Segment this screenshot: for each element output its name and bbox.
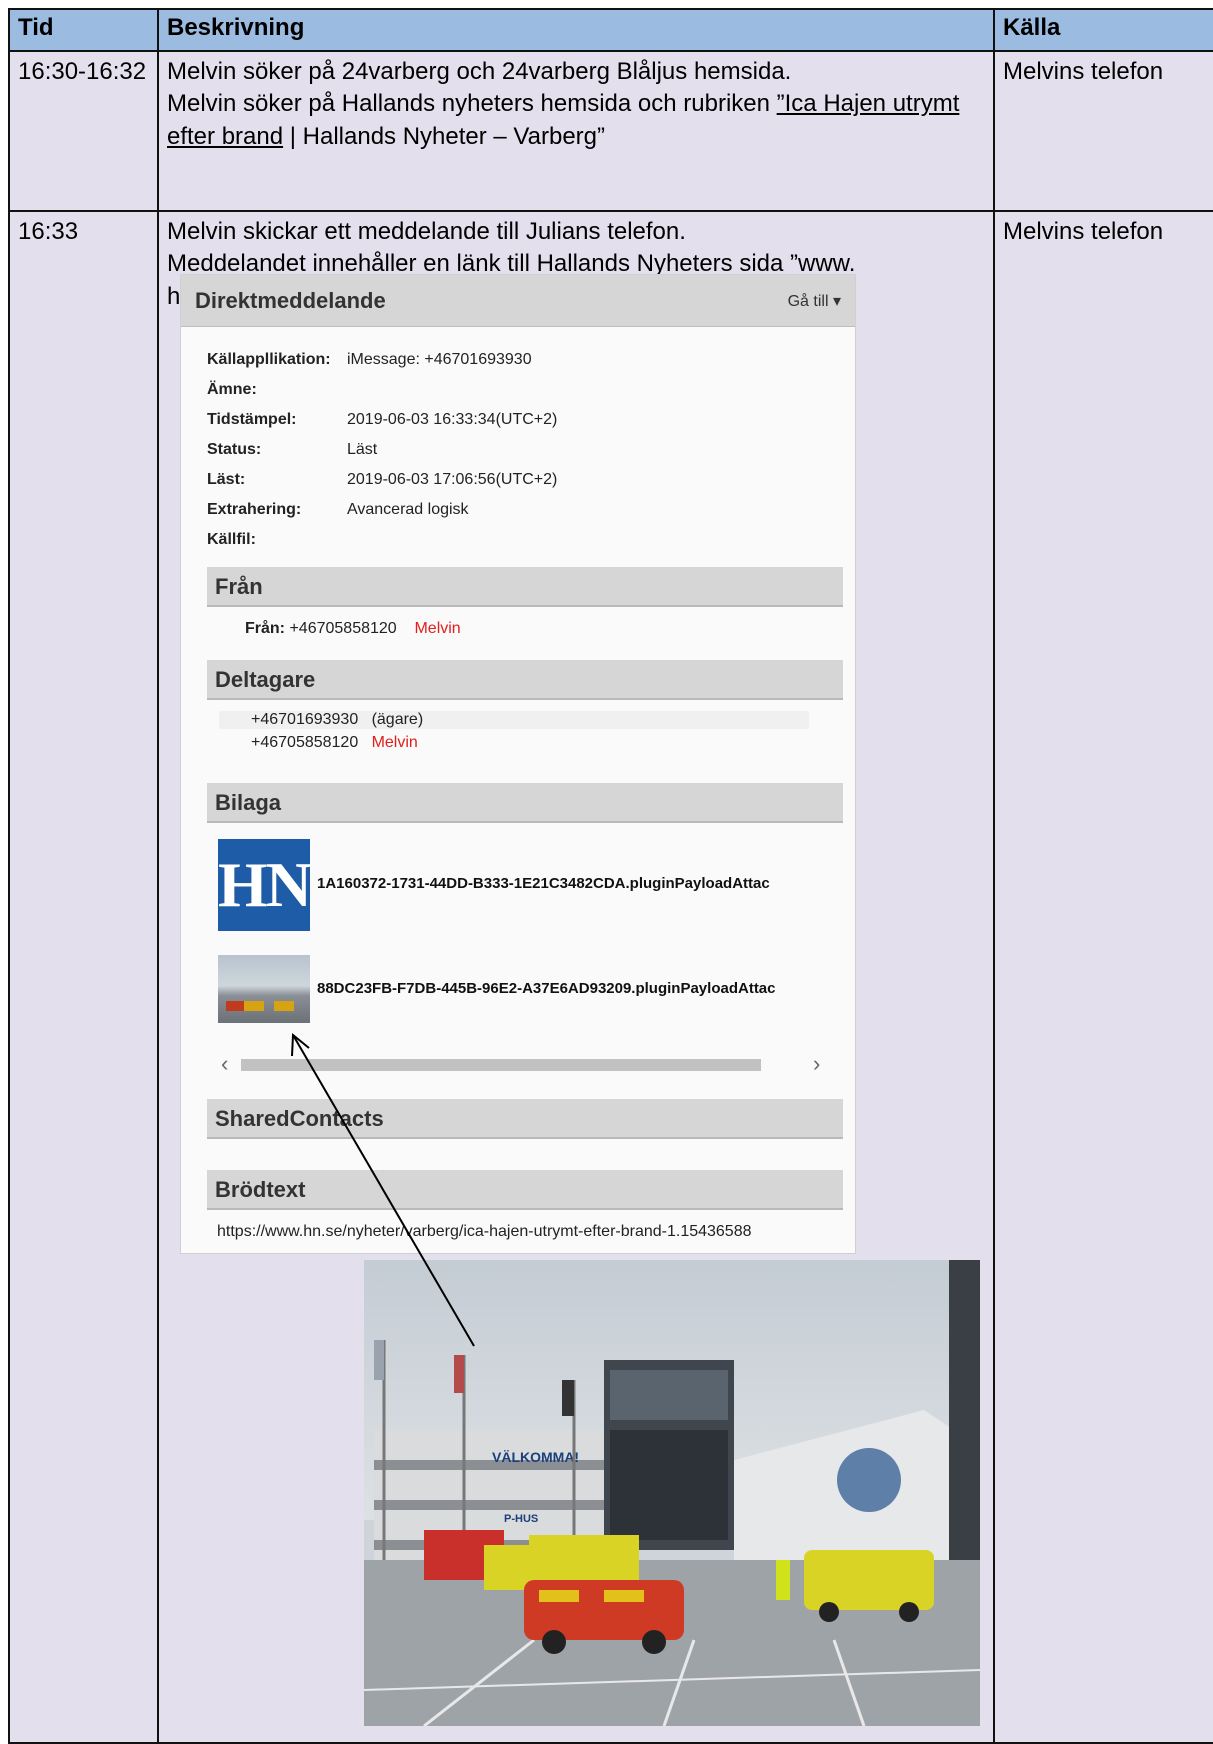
- annotation-arrow: [291, 1032, 475, 1347]
